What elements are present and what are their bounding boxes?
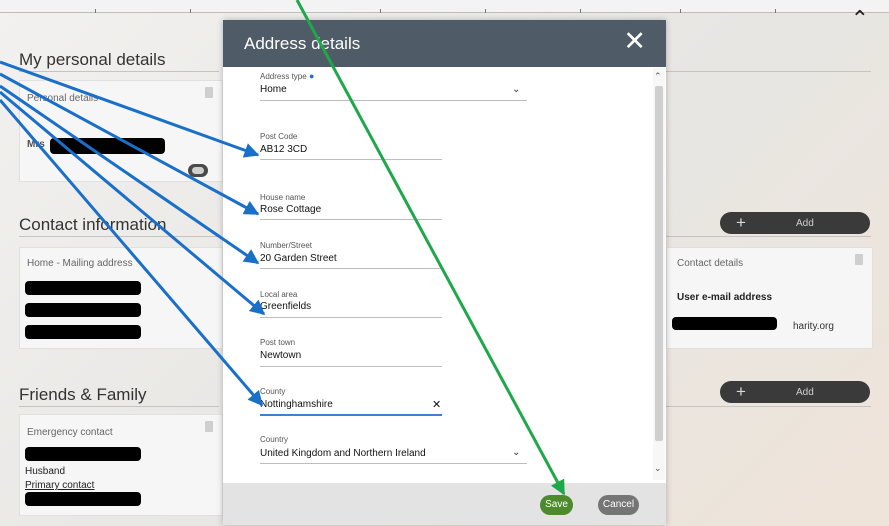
redacted-line <box>25 281 141 295</box>
add-label: Add <box>796 387 814 398</box>
house-name-label: House name <box>260 193 306 202</box>
clear-x-icon[interactable]: ✕ <box>432 398 441 411</box>
post-code-input[interactable]: AB12 3CD <box>260 144 307 155</box>
field-underline <box>260 219 442 220</box>
relationship: Husband <box>25 466 66 477</box>
county-label: County <box>260 387 286 396</box>
address-type-label: Address type ● <box>260 71 314 81</box>
dialog-scrollbar[interactable]: ⌃ ⌄ <box>653 68 665 480</box>
field-underline <box>260 100 527 101</box>
scroll-down-icon[interactable]: ⌄ <box>654 463 662 474</box>
redacted-email <box>672 317 777 330</box>
county-input[interactable]: Nottinghamshire <box>260 399 333 410</box>
redacted-line <box>25 447 141 461</box>
tick <box>95 9 96 13</box>
post-town-input[interactable]: Newtown <box>260 350 301 361</box>
redacted-line <box>25 492 141 506</box>
field-underline <box>260 366 442 367</box>
field-underline <box>260 159 442 160</box>
add-contact-button[interactable]: + Add <box>720 212 870 234</box>
chevron-down-icon[interactable]: ⌄ <box>512 84 520 95</box>
field-underline <box>260 463 527 464</box>
dialog-body: Address type ● Home ⌄ Post Code AB12 3CD… <box>223 67 666 482</box>
collapse-chevron-icon[interactable]: ⌃ <box>851 6 869 32</box>
document-icon[interactable] <box>205 421 213 432</box>
address-details-dialog: Address details ✕ Address type ● Home ⌄ … <box>223 20 666 525</box>
tick <box>380 9 381 13</box>
cancel-button[interactable]: Cancel <box>598 495 639 515</box>
close-icon[interactable]: ✕ <box>623 28 646 55</box>
field-underline <box>260 317 442 318</box>
house-name-input[interactable]: Rose Cottage <box>260 204 321 215</box>
address-type-select[interactable]: Home <box>260 84 287 95</box>
personal-section-title: My personal details <box>19 50 166 69</box>
emergency-contact-label: Emergency contact <box>27 427 113 438</box>
email-label: User e-mail address <box>677 292 773 303</box>
tick <box>580 9 581 13</box>
local-area-input[interactable]: Greenfields <box>260 301 311 312</box>
scroll-up-icon[interactable]: ⌃ <box>654 71 662 82</box>
personal-details-card: Personal details Mrs <box>19 80 223 182</box>
home-address-card: Home - Mailing address <box>19 247 223 349</box>
section-divider <box>19 236 219 237</box>
country-select[interactable]: United Kingdom and Northern Ireland <box>260 448 426 459</box>
email-visible: harity.org <box>793 321 834 332</box>
section-divider <box>19 406 219 407</box>
personal-details-label: Personal details <box>27 93 99 104</box>
add-family-button[interactable]: + Add <box>720 381 870 403</box>
country-label: Country <box>260 435 289 444</box>
redacted-name <box>50 138 165 154</box>
dialog-footer: Save Cancel <box>223 483 666 525</box>
dialog-title: Address details <box>244 34 361 53</box>
local-area-label: Local area <box>260 290 298 299</box>
redacted-line <box>25 303 141 317</box>
dialog-header: Address details ✕ <box>223 20 666 67</box>
add-label: Add <box>796 218 814 229</box>
top-divider <box>0 0 889 13</box>
family-section-title: Friends & Family <box>19 385 147 404</box>
post-town-label: Post town <box>260 338 296 347</box>
tick <box>485 9 486 13</box>
document-icon[interactable] <box>205 87 213 98</box>
section-divider <box>666 236 871 237</box>
section-divider <box>666 406 871 407</box>
toggle-icon[interactable] <box>188 164 208 177</box>
tick <box>775 9 776 13</box>
primary-contact-label: Primary contact <box>25 480 95 491</box>
document-icon[interactable] <box>855 254 863 265</box>
plus-icon: + <box>736 382 746 401</box>
tick <box>680 9 681 13</box>
plus-icon: + <box>736 213 746 232</box>
chevron-down-icon[interactable]: ⌄ <box>512 447 520 458</box>
contact-details-label: Contact details <box>677 258 744 269</box>
redacted-line <box>25 325 141 339</box>
tick <box>190 9 191 13</box>
required-marker: ● <box>308 71 315 81</box>
title-prefix: Mrs <box>27 139 45 150</box>
post-code-label: Post Code <box>260 132 298 141</box>
emergency-contact-card: Emergency contact Husband Primary contac… <box>19 414 223 516</box>
contact-details-card: Contact details User e-mail address hari… <box>666 247 873 349</box>
field-underline-active <box>260 414 442 416</box>
contact-section-title: Contact information <box>19 215 167 234</box>
section-divider <box>666 71 871 72</box>
number-street-label: Number/Street <box>260 241 313 250</box>
section-divider <box>19 71 219 72</box>
save-button[interactable]: Save <box>540 495 573 515</box>
field-underline <box>260 268 442 269</box>
home-address-label: Home - Mailing address <box>27 258 133 269</box>
number-street-input[interactable]: 20 Garden Street <box>260 253 337 264</box>
scroll-thumb[interactable] <box>655 86 663 441</box>
address-type-label-text: Address type <box>260 72 307 81</box>
